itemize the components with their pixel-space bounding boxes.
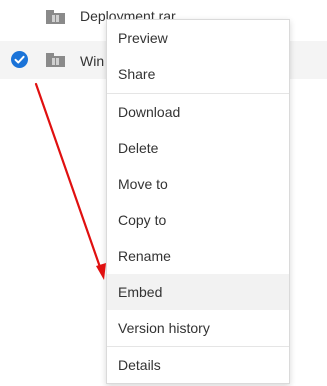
menu-item-share[interactable]: Share <box>107 56 289 92</box>
menu-item-move-to[interactable]: Move to <box>107 166 289 202</box>
context-menu: Preview Share Download Delete Move to Co… <box>106 19 290 384</box>
menu-item-copy-to[interactable]: Copy to <box>107 202 289 238</box>
menu-item-details[interactable]: Details <box>107 347 289 383</box>
file-name[interactable]: Win <box>80 53 104 69</box>
menu-item-rename[interactable]: Rename <box>107 238 289 274</box>
archive-icon <box>46 53 65 67</box>
menu-item-download[interactable]: Download <box>107 94 289 130</box>
checkmark-icon[interactable] <box>11 51 28 68</box>
menu-item-delete[interactable]: Delete <box>107 130 289 166</box>
archive-icon <box>46 10 65 24</box>
menu-item-preview[interactable]: Preview <box>107 20 289 56</box>
menu-item-embed[interactable]: Embed <box>107 274 289 310</box>
menu-item-version-history[interactable]: Version history <box>107 310 289 346</box>
